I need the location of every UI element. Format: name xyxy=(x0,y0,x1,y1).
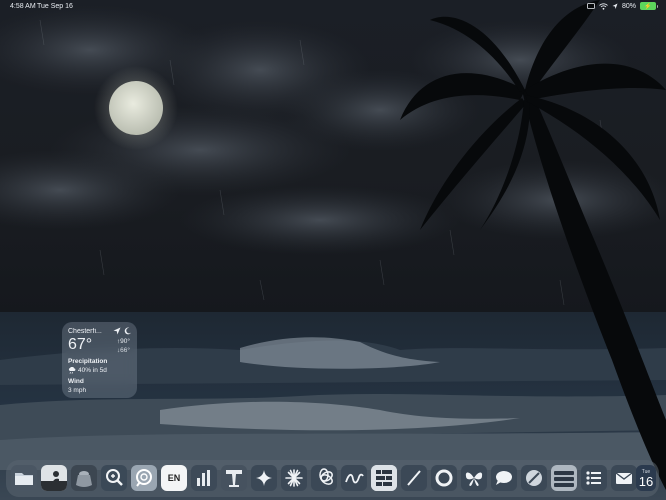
calendar-date: 16 xyxy=(638,474,654,489)
dock-app-stats[interactable] xyxy=(191,465,217,491)
dock-app-calendar[interactable]: Tue 16 xyxy=(636,465,656,491)
battery-icon: ⚡ xyxy=(640,2,658,10)
dock-app-keychain[interactable] xyxy=(71,465,97,491)
list-icon xyxy=(581,465,607,491)
dock-app-keynote[interactable] xyxy=(221,465,247,491)
ring-icon xyxy=(431,465,457,491)
status-time: 4:58 AM xyxy=(10,3,36,10)
weather-high: ↑90° xyxy=(116,338,130,345)
search-app-icon xyxy=(131,465,157,491)
weather-temperature: 67° xyxy=(68,336,93,353)
battery-percent: 80% xyxy=(621,2,636,10)
folder-icon xyxy=(11,465,37,491)
weather-widget[interactable]: Chesterfi... 67° ↑90° ↓66° Precipitation… xyxy=(62,322,137,398)
weather-low: ↓66° xyxy=(116,347,130,354)
dock-app-chatgpt[interactable] xyxy=(311,465,337,491)
dock-app-pencil[interactable] xyxy=(401,465,427,491)
dock-app-sparkle[interactable] xyxy=(251,465,277,491)
podium-icon xyxy=(221,465,247,491)
scribble-icon xyxy=(341,465,367,491)
envelope-icon xyxy=(611,465,637,491)
compass-icon xyxy=(521,465,547,491)
status-right: 80% ⚡ xyxy=(587,2,658,10)
butterfly-icon xyxy=(461,465,487,491)
keypad-icon xyxy=(71,465,97,491)
sparkle-icon xyxy=(251,465,277,491)
dock-app-ring[interactable] xyxy=(431,465,457,491)
dock-app-stacks[interactable] xyxy=(551,465,577,491)
pencil-icon xyxy=(401,465,427,491)
grid-list-icon xyxy=(371,465,397,491)
bar-chart-icon xyxy=(191,465,217,491)
dock-app-magnifier[interactable] xyxy=(101,465,127,491)
dock-app-mail[interactable] xyxy=(611,465,637,491)
dock-app-reminders[interactable] xyxy=(581,465,607,491)
en-icon: EN xyxy=(167,473,181,483)
dock-app-safari[interactable] xyxy=(521,465,547,491)
screen-mirror-icon xyxy=(587,2,595,9)
precipitation-label: Precipitation xyxy=(68,358,108,365)
reader-icon xyxy=(41,465,67,491)
wifi-icon xyxy=(599,2,608,10)
rain-cloud-icon xyxy=(68,367,76,374)
status-bar: 4:58 AM Tue Sep 16 80% ⚡ xyxy=(0,0,666,14)
location-arrow-icon xyxy=(612,3,618,9)
dock: EN Tue 16 xyxy=(6,460,659,497)
knot-icon xyxy=(311,465,337,491)
precipitation-value: 40% in 5d xyxy=(78,367,107,374)
dock-app-search[interactable] xyxy=(131,465,157,491)
dock-app-butterfly[interactable] xyxy=(461,465,487,491)
status-date: Tue Sep 16 xyxy=(37,3,73,10)
moon xyxy=(109,81,163,135)
dock-app-messages[interactable] xyxy=(491,465,517,491)
speech-bubble-icon xyxy=(491,465,517,491)
dock-app-freeform[interactable] xyxy=(341,465,367,491)
wallpaper xyxy=(0,0,666,500)
moon-icon xyxy=(124,327,132,335)
wind-label: Wind xyxy=(68,378,84,385)
magnifier-icon xyxy=(101,465,127,491)
dock-app-keyboard-language[interactable]: EN xyxy=(161,465,187,491)
stack-icon xyxy=(551,465,577,491)
precipitation-row: 40% in 5d xyxy=(68,367,107,374)
weather-city: Chesterfi... xyxy=(68,328,102,335)
dock-app-kindle[interactable] xyxy=(41,465,67,491)
dock-app-shortcuts[interactable] xyxy=(371,465,397,491)
dock-app-files[interactable] xyxy=(11,465,37,491)
dock-app-claude[interactable] xyxy=(281,465,307,491)
wind-value: 3 mph xyxy=(68,387,87,394)
burst-icon xyxy=(281,465,307,491)
location-arrow-icon xyxy=(113,327,121,335)
